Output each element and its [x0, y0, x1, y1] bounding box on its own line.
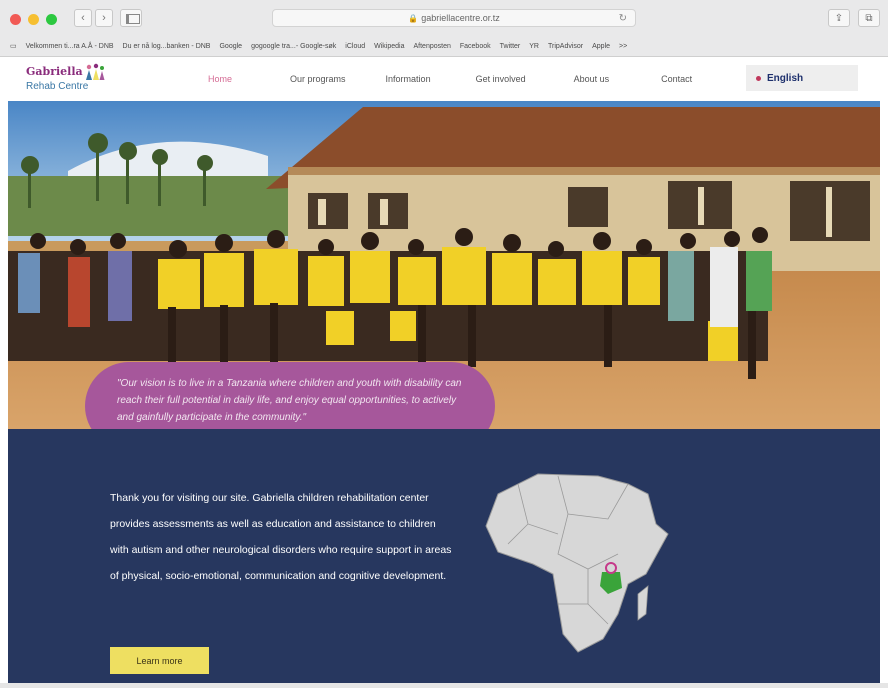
bookmark-item[interactable]: Google: [219, 43, 242, 50]
share-icon[interactable]: ⇪: [828, 9, 850, 27]
site-header: Gabriella Rehab Centre Home Our programs…: [8, 57, 880, 101]
close-window-button[interactable]: [10, 14, 21, 25]
welcome-text: Thank you for visiting our site. Gabriel…: [110, 492, 452, 582]
minimize-window-button[interactable]: [28, 14, 39, 25]
bookmark-item[interactable]: iCloud: [345, 43, 365, 50]
forward-icon[interactable]: ›: [95, 9, 113, 27]
bookmark-item[interactable]: YR: [529, 43, 539, 50]
nav-home[interactable]: Home: [208, 74, 232, 84]
sidebar-toggle-icon[interactable]: [120, 9, 142, 27]
reload-icon[interactable]: ↻: [619, 13, 627, 24]
nav-information[interactable]: Information: [386, 74, 431, 84]
scrollbar-track[interactable]: [0, 683, 888, 688]
learn-more-button[interactable]: Learn more: [110, 647, 209, 674]
nav-our-programs[interactable]: Our programs: [290, 74, 346, 84]
nav-contact[interactable]: Contact: [661, 74, 692, 84]
url-text: gabriellacentre.or.tz: [421, 13, 500, 23]
bookmark-item[interactable]: gogoogle tra...- Google-søk: [251, 43, 336, 50]
nav-about-us[interactable]: About us: [574, 74, 610, 84]
more-bookmarks-button[interactable]: >>: [619, 43, 627, 50]
children-figures-icon: [86, 63, 105, 80]
bookmark-item[interactable]: Twitter: [500, 43, 521, 50]
address-bar[interactable]: 🔒 gabriellacentre.or.tz ↻: [272, 9, 636, 27]
bookmark-item[interactable]: TripAdvisor: [548, 43, 583, 50]
site-logo[interactable]: Gabriella Rehab Centre: [26, 63, 136, 97]
logo-subtitle: Rehab Centre: [26, 81, 89, 92]
bookmark-item[interactable]: Apple: [592, 43, 610, 50]
lock-icon: 🔒: [408, 13, 419, 23]
language-label: English: [767, 72, 804, 84]
nav-get-involved[interactable]: Get involved: [476, 74, 526, 84]
africa-map-illustration: [485, 473, 669, 653]
main-nav: Home Our programs Information Get involv…: [208, 57, 692, 101]
bookmark-item[interactable]: Wikipedia: [374, 43, 404, 50]
history-buttons: ‹ ›: [74, 9, 113, 27]
zoom-window-button[interactable]: [46, 14, 57, 25]
bookmark-item[interactable]: Velkommen ti...ra A.Å - DNB: [26, 43, 114, 50]
language-flag-icon: [756, 75, 761, 81]
welcome-section: Thank you for visiting our site. Gabriel…: [8, 429, 880, 683]
reading-list-icon[interactable]: ▭: [10, 42, 17, 50]
logo-title: Gabriella: [26, 65, 83, 78]
bookmarks-bar: ▭ Velkommen ti...ra A.Å - DNB Du er nå l…: [0, 36, 888, 56]
browser-toolbar: ‹ › 🔒 gabriellacentre.or.tz ↻ ⇪ ⧉ ▭ Velk…: [0, 0, 888, 57]
back-icon[interactable]: ‹: [74, 9, 92, 27]
tabs-overview-icon[interactable]: ⧉: [858, 9, 880, 27]
window-controls: [10, 14, 57, 25]
bookmark-item[interactable]: Du er nå log...banken - DNB: [123, 43, 211, 50]
bookmark-item[interactable]: Aftenposten: [414, 43, 451, 50]
bookmark-item[interactable]: Facebook: [460, 43, 491, 50]
language-selector[interactable]: English: [746, 65, 858, 91]
